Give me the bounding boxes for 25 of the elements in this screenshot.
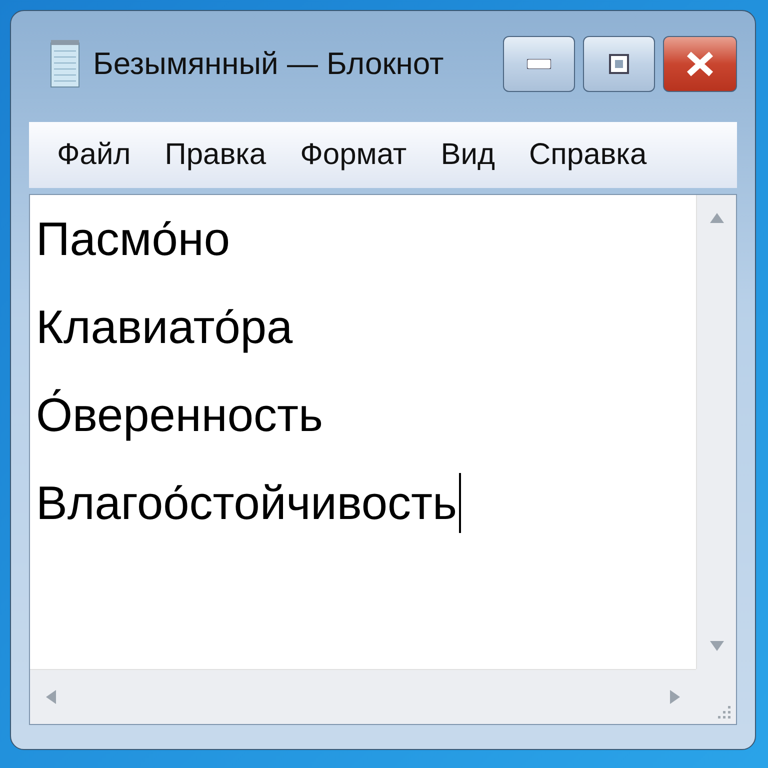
menu-item[interactable]: Справка — [528, 138, 647, 172]
text-cursor — [459, 473, 462, 533]
window-title: Безымянный — Блокнот — [93, 46, 445, 82]
vertical-scrollbar[interactable] — [696, 195, 736, 669]
resize-grip-icon[interactable] — [716, 704, 732, 720]
scroll-up-icon[interactable] — [710, 213, 724, 223]
text-line: Пасмо́но — [36, 211, 230, 267]
scroll-left-icon[interactable] — [46, 690, 56, 704]
close-button[interactable] — [663, 36, 737, 92]
text-line: Влагоо́стойчивость — [36, 475, 458, 531]
maximize-icon — [608, 52, 630, 74]
horizontal-scrollbar[interactable] — [30, 669, 696, 724]
text-editor[interactable]: Пасмо́но Клавиато́ра О́веренность Влагоо́стойчивость — [29, 194, 737, 725]
menu-item[interactable]: Правка — [164, 138, 266, 172]
maximize-button[interactable] — [583, 36, 655, 92]
close-icon — [686, 50, 714, 76]
minimize-button[interactable] — [503, 36, 575, 92]
text-line: О́веренность — [36, 387, 323, 443]
scroll-right-icon[interactable] — [670, 690, 680, 704]
menu-item[interactable]: Вид — [440, 138, 495, 172]
minimize-icon — [527, 58, 551, 68]
scroll-down-icon[interactable] — [710, 641, 724, 651]
text-line: Клавиато́ра — [36, 299, 293, 355]
menu-item[interactable]: Формат — [300, 138, 407, 172]
menu-item[interactable]: Файл — [57, 138, 131, 172]
